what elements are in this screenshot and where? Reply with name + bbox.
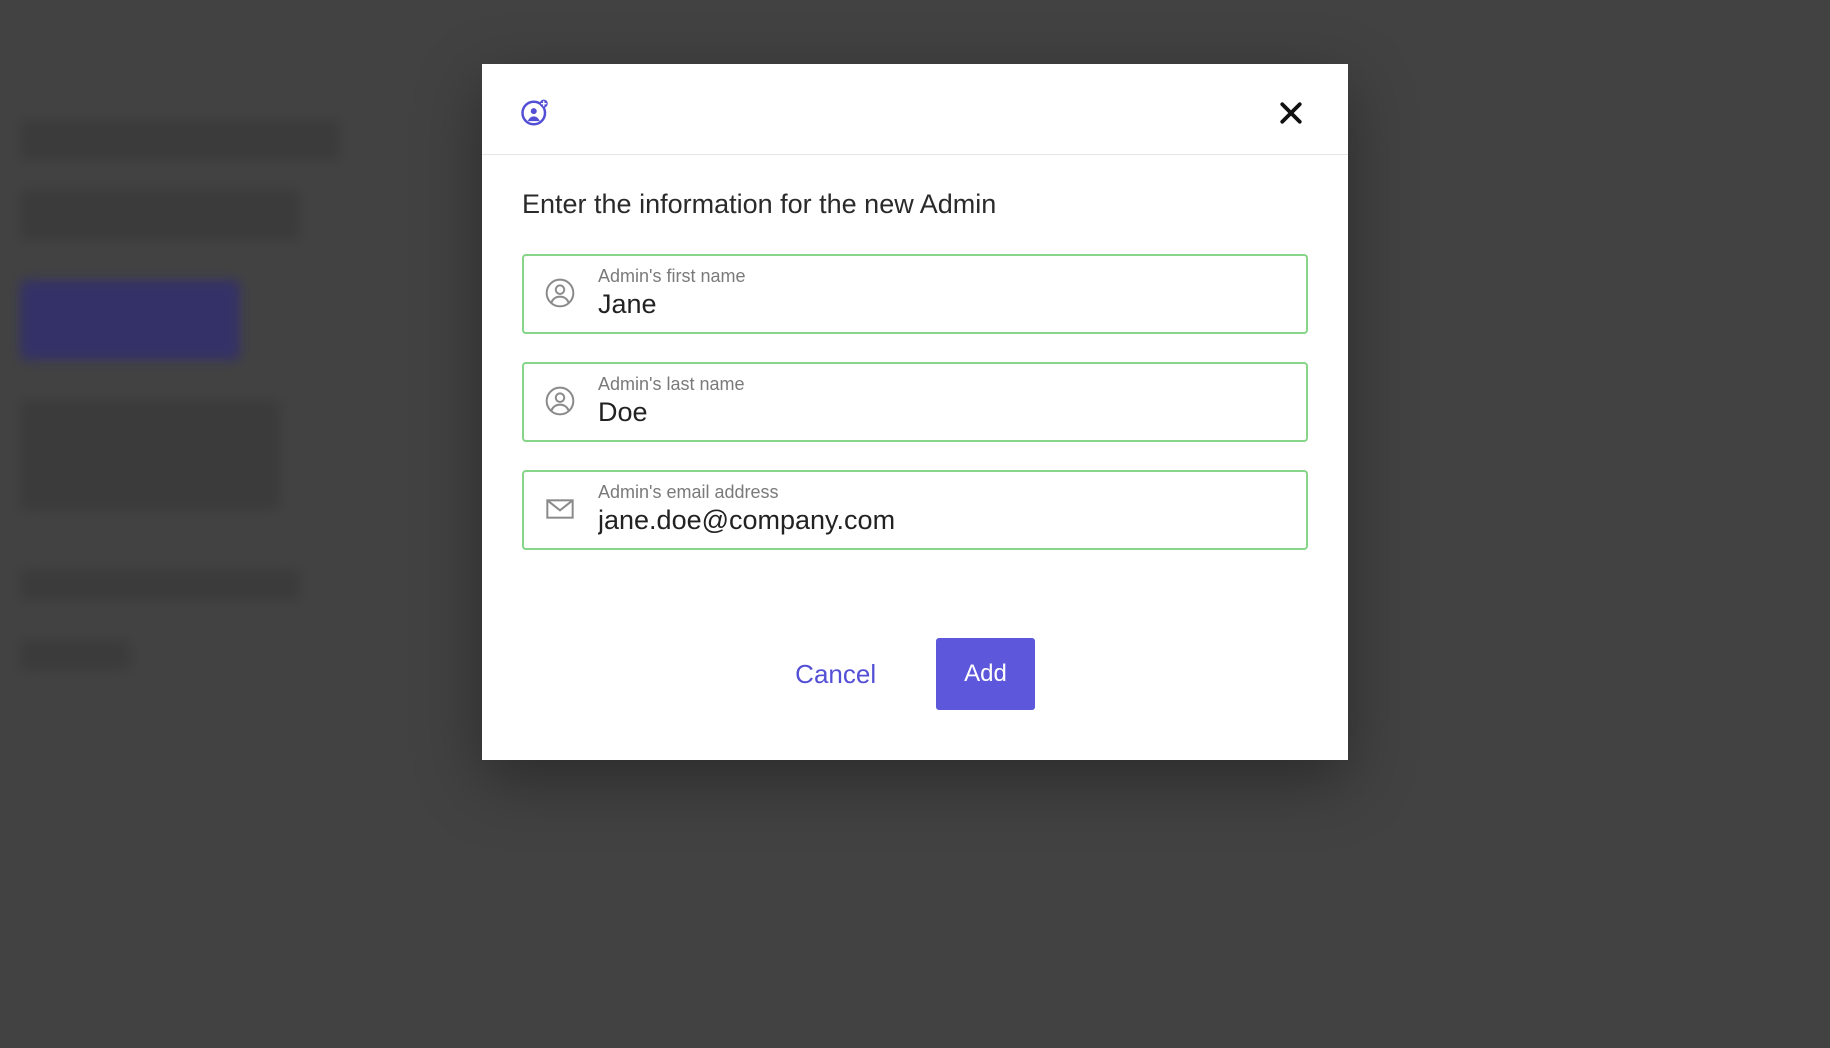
first-name-field[interactable]: Admin's first name [522,254,1308,334]
last-name-label: Admin's last name [598,374,1288,395]
field-content: Admin's first name [598,266,1288,320]
mail-icon [544,493,576,525]
user-icon [544,277,576,309]
email-input[interactable] [598,505,1288,536]
cancel-button[interactable]: Cancel [795,659,876,690]
last-name-input[interactable] [598,397,1288,428]
close-button[interactable] [1272,94,1310,132]
add-admin-modal: Enter the information for the new Admin … [482,64,1348,760]
first-name-label: Admin's first name [598,266,1288,287]
field-content: Admin's email address [598,482,1288,536]
modal-header [482,64,1348,155]
user-icon [544,385,576,417]
modal-title: Enter the information for the new Admin [522,189,1308,220]
last-name-field[interactable]: Admin's last name [522,362,1308,442]
email-field[interactable]: Admin's email address [522,470,1308,550]
first-name-input[interactable] [598,289,1288,320]
modal-body: Enter the information for the new Admin … [482,155,1348,588]
add-user-icon [520,98,550,128]
modal-footer: Cancel Add [482,588,1348,760]
email-label: Admin's email address [598,482,1288,503]
close-icon [1276,98,1306,128]
field-content: Admin's last name [598,374,1288,428]
add-button[interactable]: Add [936,638,1035,710]
